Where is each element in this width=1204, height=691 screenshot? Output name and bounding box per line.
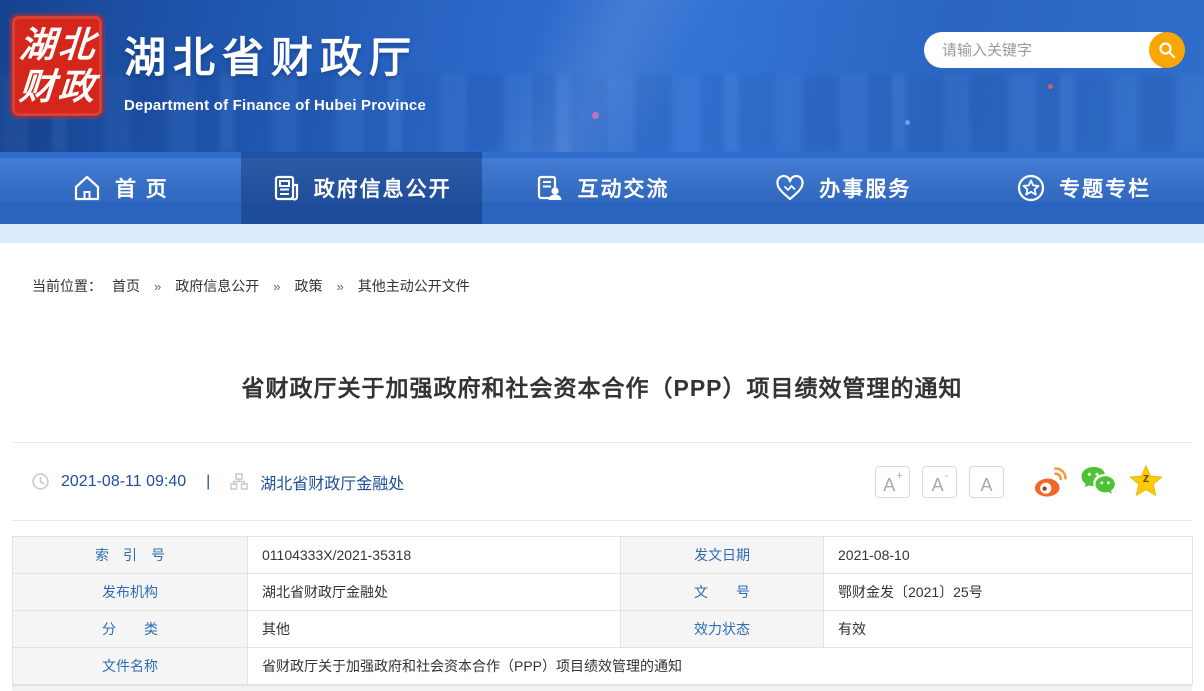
seal-char: 湖 (17, 24, 59, 66)
nav-item-special-columns[interactable]: 专题专栏 (963, 152, 1204, 224)
nav-item-interaction[interactable]: 互动交流 (482, 152, 723, 224)
font-reset-button[interactable]: A (969, 466, 1004, 498)
search-button[interactable] (1149, 32, 1185, 68)
next-table-row-partial (12, 685, 1192, 691)
nav-item-label: 专题专栏 (1059, 173, 1151, 203)
weibo-icon (1032, 465, 1068, 499)
share-wechat-button[interactable] (1080, 464, 1116, 500)
doc-category-value: 其他 (248, 611, 621, 648)
gov-info-icon (271, 173, 301, 203)
article-meta-row: 2021-08-11 09:40 | 湖北省财政厅金融处 A+ A- A (0, 443, 1204, 520)
nav-sub-strip (0, 224, 1204, 243)
doc-issue-date-label: 发文日期 (621, 537, 824, 574)
article-title: 省财政厅关于加强政府和社会资本合作（PPP）项目绩效管理的通知 (0, 369, 1204, 403)
table-row: 文件名称 省财政厅关于加强政府和社会资本合作（PPP）项目绩效管理的通知 (13, 648, 1193, 685)
source-department[interactable]: 湖北省财政厅金融处 (260, 470, 404, 494)
site-title: 湖北省财政厅 (124, 24, 426, 85)
special-column-star-icon (1016, 173, 1046, 203)
site-header-banner: 湖 北 财 政 湖北省财政厅 Department of Finance of … (0, 0, 1204, 152)
city-light-decoration (1048, 84, 1053, 89)
breadcrumb-separator: » (336, 279, 343, 294)
breadcrumb-separator: » (273, 279, 280, 294)
doc-issue-date-value: 2021-08-10 (824, 537, 1193, 574)
font-smaller-button[interactable]: A- (922, 466, 957, 498)
site-search-box (924, 32, 1178, 68)
wechat-icon (1080, 465, 1116, 499)
hubei-finance-seal-logo: 湖 北 财 政 (12, 16, 102, 116)
meta-separator: | (206, 473, 210, 491)
breadcrumb: 当前位置： 首页 » 政府信息公开 » 政策 » 其他主动公开文件 (32, 276, 480, 296)
site-logo-link[interactable]: 湖 北 财 政 湖北省财政厅 Department of Finance of … (12, 16, 426, 116)
doc-publisher-value: 湖北省财政厅金融处 (248, 574, 621, 611)
interact-icon (534, 173, 564, 203)
department-org-icon (230, 473, 248, 490)
seal-char: 北 (56, 24, 98, 66)
breadcrumb-item-other-docs[interactable]: 其他主动公开文件 (358, 276, 470, 296)
doc-number-value: 鄂财金发〔2021〕25号 (824, 574, 1193, 611)
divider-line (12, 520, 1192, 521)
site-subtitle-english: Department of Finance of Hubei Province (124, 97, 426, 114)
table-row: 分 类 其他 效力状态 有效 (13, 611, 1193, 648)
doc-publisher-label: 发布机构 (13, 574, 248, 611)
doc-validity-value: 有效 (824, 611, 1193, 648)
article-meta-right: A+ A- A z (875, 443, 1164, 520)
article-meta-left: 2021-08-11 09:40 | 湖北省财政厅金融处 (32, 443, 404, 520)
nav-item-home[interactable]: 首 页 (0, 152, 241, 224)
svg-text:z: z (1143, 470, 1150, 485)
table-row: 发布机构 湖北省财政厅金融处 文 号 鄂财金发〔2021〕25号 (13, 574, 1193, 611)
nav-item-services[interactable]: 办事服务 (722, 152, 963, 224)
search-icon (1158, 41, 1176, 59)
seal-char: 政 (56, 66, 98, 108)
font-larger-button[interactable]: A+ (875, 466, 910, 498)
document-info-table: 索 引 号 01104333X/2021-35318 发文日期 2021-08-… (12, 536, 1193, 685)
breadcrumb-prefix: 当前位置： (32, 276, 102, 296)
breadcrumb-item-home[interactable]: 首页 (112, 276, 140, 296)
service-heart-icon (774, 173, 806, 203)
breadcrumb-separator: » (154, 279, 161, 294)
home-icon (72, 173, 102, 203)
clock-icon (32, 473, 49, 490)
doc-file-name-label: 文件名称 (13, 648, 248, 685)
doc-number-label: 文 号 (621, 574, 824, 611)
share-weibo-button[interactable] (1032, 464, 1068, 500)
seal-char: 财 (17, 66, 59, 108)
main-content: 当前位置： 首页 » 政府信息公开 » 政策 » 其他主动公开文件 省财政厅关于… (0, 243, 1204, 691)
doc-index-label: 索 引 号 (13, 537, 248, 574)
main-navigation: 首 页 政府信息公开 互动交流 办事服务 专题专栏 (0, 152, 1204, 224)
city-light-decoration (905, 120, 910, 125)
nav-item-gov-info[interactable]: 政府信息公开 (241, 152, 482, 224)
doc-validity-label: 效力状态 (621, 611, 824, 648)
doc-category-label: 分 类 (13, 611, 248, 648)
share-qzone-button[interactable]: z (1128, 464, 1164, 500)
nav-item-label: 办事服务 (819, 173, 911, 203)
breadcrumb-item-gov-info[interactable]: 政府信息公开 (175, 276, 259, 296)
breadcrumb-item-policy[interactable]: 政策 (294, 276, 322, 296)
doc-file-name-value: 省财政厅关于加强政府和社会资本合作（PPP）项目绩效管理的通知 (248, 648, 1193, 685)
qzone-star-icon: z (1128, 465, 1164, 499)
table-row: 索 引 号 01104333X/2021-35318 发文日期 2021-08-… (13, 537, 1193, 574)
city-light-decoration (592, 112, 599, 119)
nav-item-label: 首 页 (115, 173, 169, 203)
doc-index-value: 01104333X/2021-35318 (248, 537, 621, 574)
search-input[interactable] (924, 42, 1149, 59)
publish-time: 2021-08-11 09:40 (61, 473, 186, 491)
site-title-block: 湖北省财政厅 Department of Finance of Hubei Pr… (124, 16, 426, 114)
nav-item-label: 互动交流 (577, 173, 669, 203)
nav-item-label: 政府信息公开 (314, 173, 452, 203)
